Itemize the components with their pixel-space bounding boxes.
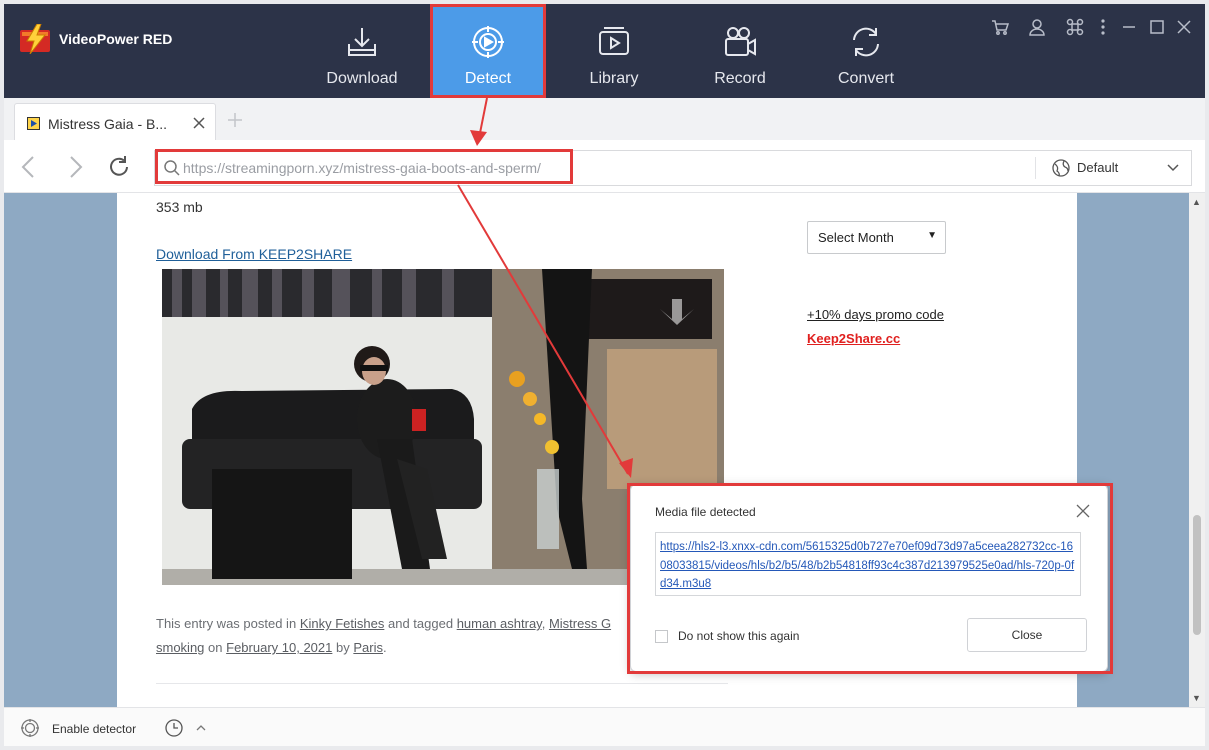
do-not-show-checkbox[interactable] bbox=[655, 630, 668, 643]
browser-tab-title: Mistress Gaia - B... bbox=[48, 116, 168, 132]
forward-icon[interactable] bbox=[62, 154, 88, 180]
clock-icon[interactable] bbox=[164, 718, 184, 738]
entry-meta-line-2: smoking on February 10, 2021 by Paris. bbox=[156, 640, 387, 655]
resolution-select-value[interactable]: Default bbox=[1077, 160, 1118, 175]
close-icon bbox=[1177, 20, 1191, 34]
search-icon bbox=[164, 160, 180, 176]
app-logo bbox=[20, 24, 50, 54]
title-bar: VideoPower RED Download Detect Library R… bbox=[4, 4, 1205, 98]
refresh-icon[interactable] bbox=[106, 154, 132, 180]
minimize-icon bbox=[1123, 26, 1135, 28]
new-tab-icon[interactable] bbox=[226, 111, 244, 129]
more-button[interactable] bbox=[1092, 16, 1114, 38]
chevron-up-icon[interactable] bbox=[194, 721, 208, 735]
by-text: by bbox=[336, 640, 350, 655]
tab-detect-label: Detect bbox=[464, 70, 512, 87]
command-icon bbox=[1066, 18, 1084, 36]
scroll-up-icon[interactable]: ▲ bbox=[1192, 197, 1201, 207]
app-name: VideoPower RED bbox=[59, 31, 173, 47]
media-detected-dialog: Media file detected https://hls2-l3.xnxx… bbox=[630, 484, 1108, 672]
enable-detector-label[interactable]: Enable detector bbox=[52, 722, 136, 736]
file-size-text: 353 mb bbox=[156, 199, 203, 215]
tab-download-label: Download bbox=[326, 70, 398, 87]
category-link[interactable]: Kinky Fetishes bbox=[300, 616, 385, 631]
address-bar-divider bbox=[1035, 157, 1036, 179]
scrollbar-thumb[interactable] bbox=[1193, 515, 1201, 635]
scroll-down-icon[interactable]: ▼ bbox=[1192, 693, 1201, 703]
address-bar[interactable]: Default bbox=[154, 150, 1192, 186]
tagged-text: and tagged bbox=[387, 616, 454, 631]
detect-icon bbox=[472, 26, 504, 58]
download-icon bbox=[348, 28, 376, 56]
minimize-button[interactable] bbox=[1118, 16, 1140, 38]
dialog-close-button[interactable]: Close bbox=[967, 618, 1087, 652]
command-button[interactable] bbox=[1064, 16, 1086, 38]
detected-media-link[interactable]: https://hls2-l3.xnxx-cdn.com/5615325d0b7… bbox=[660, 541, 1074, 590]
record-icon bbox=[725, 27, 756, 56]
close-tab-icon[interactable] bbox=[191, 115, 207, 131]
user-icon bbox=[1029, 19, 1045, 36]
tab-download[interactable]: Download bbox=[305, 4, 419, 98]
dialog-close-icon[interactable] bbox=[1075, 503, 1091, 519]
entry-meta-line-1: This entry was posted in Kinky Fetishes … bbox=[156, 616, 612, 631]
convert-icon bbox=[853, 27, 879, 57]
on-text: on bbox=[208, 640, 223, 655]
tag-link-smoking[interactable]: smoking bbox=[156, 640, 204, 655]
tab-library-label: Library bbox=[589, 70, 639, 87]
vertical-scrollbar[interactable]: ▲ ▼ bbox=[1189, 193, 1205, 707]
detected-link-box: https://hls2-l3.xnxx-cdn.com/5615325d0b7… bbox=[655, 532, 1081, 596]
browser-tab-strip: Mistress Gaia - B... bbox=[4, 98, 1205, 141]
status-bar: Enable detector bbox=[4, 707, 1205, 746]
library-icon bbox=[599, 27, 629, 55]
dropdown-arrow-icon: ▼ bbox=[927, 230, 937, 241]
promo-code-link[interactable]: +10% days promo code bbox=[807, 307, 944, 322]
tab-convert-label: Convert bbox=[837, 70, 895, 87]
tab-record-label: Record bbox=[714, 70, 766, 87]
account-button[interactable] bbox=[1026, 16, 1048, 38]
detector-icon[interactable] bbox=[20, 718, 40, 738]
author-link[interactable]: Paris bbox=[353, 640, 383, 655]
tag-link-mistress[interactable]: Mistress G bbox=[549, 616, 611, 631]
tab-record[interactable]: Record bbox=[683, 4, 797, 98]
tab-library[interactable]: Library bbox=[557, 4, 671, 98]
chevron-down-icon[interactable] bbox=[1165, 160, 1181, 176]
keep2share-link[interactable]: Keep2Share.cc bbox=[807, 331, 900, 346]
entry-prefix-text: This entry was posted in bbox=[156, 616, 297, 631]
tab-detect[interactable]: Detect bbox=[431, 4, 545, 98]
archive-month-select[interactable]: Select Month ▼ bbox=[807, 221, 946, 254]
globe-icon bbox=[1052, 159, 1070, 177]
do-not-show-label: Do not show this again bbox=[678, 629, 800, 643]
cart-button[interactable] bbox=[989, 16, 1011, 38]
navigation-bar: Default bbox=[4, 140, 1205, 193]
more-icon bbox=[1101, 19, 1105, 35]
tab-convert[interactable]: Convert bbox=[809, 4, 923, 98]
date-link[interactable]: February 10, 2021 bbox=[226, 640, 332, 655]
dialog-title: Media file detected bbox=[655, 505, 756, 519]
tag-link-human-ashtray[interactable]: human ashtray bbox=[457, 616, 542, 631]
content-divider bbox=[156, 683, 728, 684]
url-input[interactable] bbox=[183, 160, 1043, 176]
back-icon[interactable] bbox=[16, 154, 42, 180]
close-window-button[interactable] bbox=[1173, 16, 1195, 38]
cart-icon bbox=[992, 20, 1010, 35]
month-select-value: Select Month bbox=[818, 230, 894, 245]
maximize-icon bbox=[1150, 20, 1164, 34]
download-keep2share-link[interactable]: Download From KEEP2SHARE bbox=[156, 246, 352, 262]
maximize-button[interactable] bbox=[1146, 16, 1168, 38]
play-favicon-icon bbox=[27, 117, 40, 130]
browser-tab[interactable]: Mistress Gaia - B... bbox=[14, 103, 216, 141]
